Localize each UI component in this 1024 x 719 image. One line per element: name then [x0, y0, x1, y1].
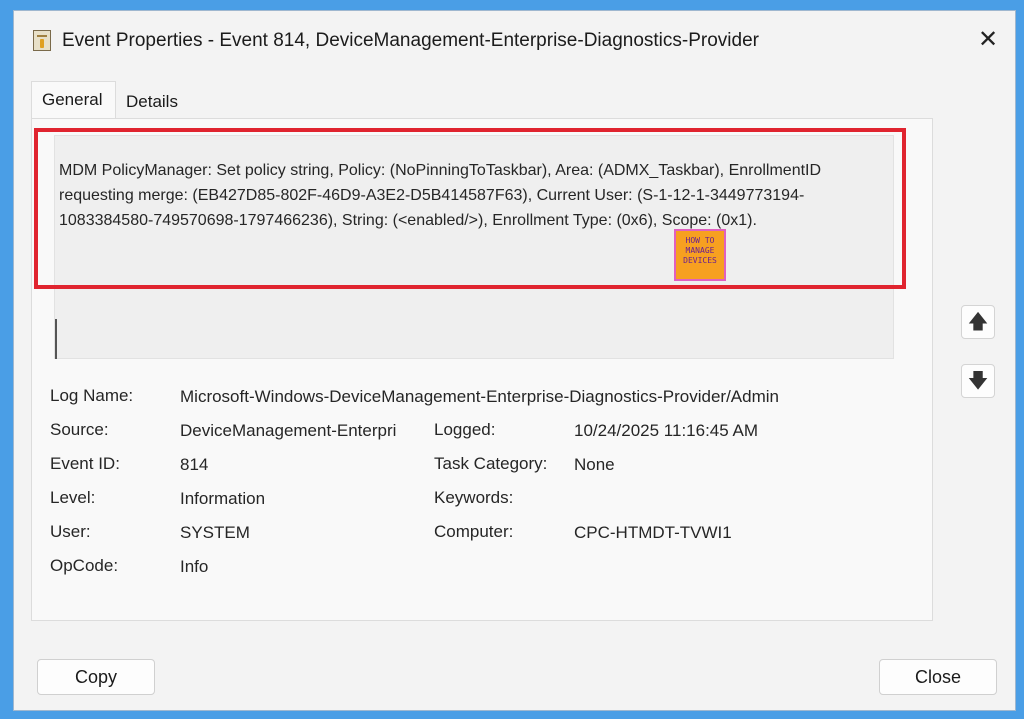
opcode-value: Info	[180, 557, 209, 576]
text-cursor	[55, 319, 57, 359]
user-value: SYSTEM	[180, 523, 250, 542]
keywords-label: Keywords:	[434, 488, 514, 507]
event-properties-window: Event Properties - Event 814, DeviceMana…	[13, 10, 1016, 711]
event-log-icon	[33, 30, 51, 51]
watermark-logo: HOW TO MANAGE DEVICES	[674, 229, 726, 281]
source-value: DeviceManagement-Enterpri	[180, 421, 397, 440]
opcode-label: OpCode:	[50, 556, 119, 575]
previous-event-button[interactable]: 🡅	[961, 305, 995, 339]
computer-label: Computer:	[434, 522, 514, 541]
source-label: Source:	[50, 420, 109, 439]
log-name-label: Log Name:	[50, 386, 134, 405]
computer-value: CPC-HTMDT-TVWI1	[574, 523, 732, 542]
user-label: User:	[50, 522, 91, 541]
logged-value: 10/24/2025 11:16:45 AM	[574, 421, 759, 440]
level-label: Level:	[50, 488, 96, 507]
close-icon[interactable]: ✕	[971, 25, 1005, 55]
close-button[interactable]: Close	[879, 659, 997, 695]
arrow-up-icon: 🡅	[967, 311, 989, 333]
task-category-label: Task Category:	[434, 454, 548, 473]
next-event-button[interactable]: 🡇	[961, 364, 995, 398]
logged-label: Logged:	[434, 420, 496, 439]
log-name-value: Microsoft-Windows-DeviceManagement-Enter…	[180, 387, 779, 406]
arrow-down-icon: 🡇	[967, 370, 989, 392]
task-category-value: None	[574, 455, 615, 474]
level-value: Information	[180, 489, 266, 508]
tab-details[interactable]: Details	[116, 84, 188, 122]
window-title: Event Properties - Event 814, DeviceMana…	[62, 30, 759, 51]
event-id-label: Event ID:	[50, 454, 120, 473]
tab-general[interactable]: General	[31, 81, 116, 121]
copy-button[interactable]: Copy	[37, 659, 155, 695]
title-bar[interactable]: Event Properties - Event 814, DeviceMana…	[14, 11, 1015, 69]
event-id-value: 814	[180, 455, 209, 474]
highlight-annotation	[34, 128, 906, 289]
